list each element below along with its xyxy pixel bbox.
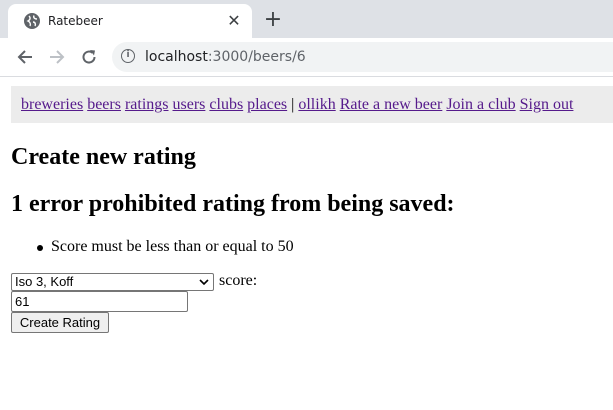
- tab-strip: Ratebeer ✕ +: [0, 0, 613, 38]
- score-label: score:: [219, 272, 258, 289]
- nav-link-users[interactable]: users: [173, 96, 206, 113]
- nav-link-rate-beer[interactable]: Rate a new beer: [340, 96, 443, 113]
- nav-link-breweries[interactable]: breweries: [21, 96, 83, 113]
- nav-separator: |: [291, 96, 295, 113]
- nav-link-places[interactable]: places: [247, 96, 287, 113]
- browser-toolbar: i localhost:3000/beers/6: [0, 38, 613, 77]
- close-icon[interactable]: ✕: [224, 11, 244, 31]
- page-title: Create new rating: [11, 144, 196, 170]
- url-path: :3000/beers/6: [207, 49, 306, 65]
- back-arrow-icon[interactable]: [13, 45, 37, 69]
- error-list: Score must be less than or equal to 50: [11, 237, 294, 257]
- create-rating-button[interactable]: Create Rating: [11, 312, 109, 333]
- beer-select[interactable]: Iso 3, Koff: [11, 273, 214, 291]
- chevron-down-icon: [199, 279, 209, 286]
- address-bar[interactable]: i localhost:3000/beers/6: [112, 42, 613, 72]
- tab-title: Ratebeer: [48, 14, 103, 28]
- browser-tab[interactable]: Ratebeer ✕: [8, 4, 252, 38]
- url-host: localhost: [145, 49, 208, 65]
- nav-link-user[interactable]: ollikh: [298, 96, 335, 113]
- error-item: Score must be less than or equal to 50: [11, 237, 294, 257]
- nav-link-beers[interactable]: beers: [87, 96, 121, 113]
- forward-arrow-icon[interactable]: [45, 45, 69, 69]
- url-text: localhost:3000/beers/6: [145, 48, 306, 66]
- score-input[interactable]: 61: [11, 291, 188, 312]
- nav-link-sign-out[interactable]: Sign out: [520, 96, 574, 113]
- beer-select-value: Iso 3, Koff: [15, 274, 74, 289]
- info-icon[interactable]: i: [121, 49, 135, 63]
- site-navbar: breweries beers ratings users clubs plac…: [11, 86, 613, 123]
- error-heading: 1 error prohibited rating from being sav…: [11, 191, 455, 217]
- nav-link-clubs[interactable]: clubs: [209, 96, 243, 113]
- nav-link-ratings[interactable]: ratings: [125, 96, 169, 113]
- reload-icon[interactable]: [77, 45, 101, 69]
- new-tab-icon[interactable]: +: [261, 8, 285, 32]
- globe-icon: [24, 13, 40, 29]
- nav-link-join-club[interactable]: Join a club: [446, 96, 515, 113]
